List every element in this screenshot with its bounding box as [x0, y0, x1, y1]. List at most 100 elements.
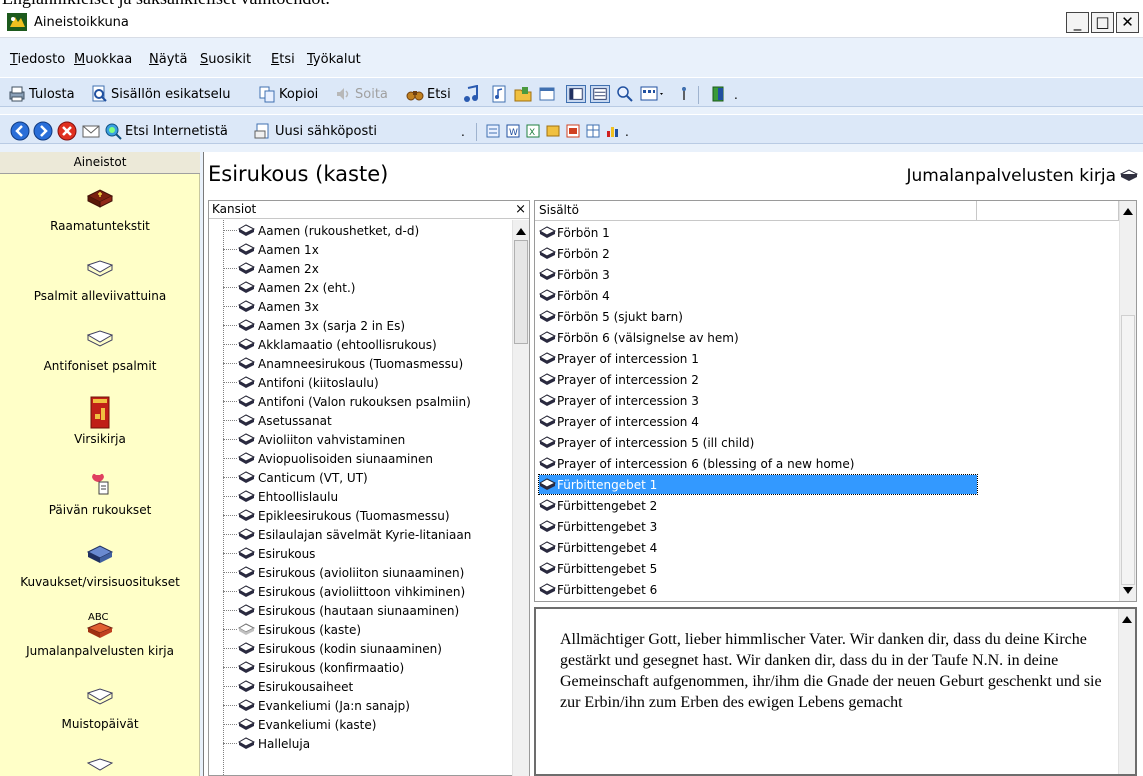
tree-item[interactable]: Canticum (VT, UT) — [223, 468, 368, 487]
tree-item[interactable]: Halleluja — [223, 734, 310, 753]
list-item[interactable]: Prayer of intercession 4 — [539, 412, 703, 431]
list-item[interactable]: Förbön 4 — [539, 286, 614, 305]
list-item[interactable]: Förbön 2 — [539, 244, 614, 263]
tree-item[interactable]: Esirukous (konfirmaatio) — [223, 658, 404, 677]
menu-tiedosto[interactable]: Tiedosto — [10, 52, 65, 67]
columns-icon[interactable] — [640, 85, 666, 103]
tree-item[interactable]: Aamen 1x — [223, 240, 319, 259]
list-item[interactable]: Förbön 5 (sjukt barn) — [539, 307, 687, 326]
tree-item[interactable]: Esirukous (avioliittoon vihkiminen) — [223, 582, 465, 601]
sidebar-item-psalmit-alleviivattuina[interactable]: Psalmit alleviivattuina — [0, 258, 200, 303]
tree-item[interactable]: Antifoni (kiitoslaulu) — [223, 373, 379, 392]
back-icon[interactable] — [10, 121, 30, 141]
envelope-icon[interactable] — [81, 122, 101, 140]
excel-icon[interactable]: X — [525, 123, 541, 139]
menu-tyokalut[interactable]: Työkalut — [307, 52, 361, 67]
tree-item[interactable]: Aamen (rukoushetket, d-d) — [223, 221, 419, 240]
list-item[interactable]: Förbön 1 — [539, 223, 614, 242]
tree-item[interactable]: Esirukous — [223, 544, 315, 563]
menu-etsi[interactable]: Etsi — [271, 52, 295, 67]
list-item[interactable]: Prayer of intercession 1 — [539, 349, 703, 368]
tree-item[interactable]: Esirukous (kodin siunaaminen) — [223, 639, 442, 658]
folders-scrollbar[interactable] — [512, 220, 529, 776]
menu-muokkaa[interactable]: Muokkaa — [74, 52, 132, 67]
pin-icon[interactable] — [676, 85, 692, 103]
text-scrollbar[interactable] — [1118, 609, 1135, 774]
zoom-icon[interactable] — [616, 85, 634, 103]
folders-close-icon[interactable]: × — [515, 201, 526, 218]
toolbar2-overflow-left[interactable]: . — [461, 125, 465, 139]
search-button[interactable]: Etsi — [406, 84, 451, 104]
layout-icon[interactable] — [566, 85, 586, 103]
stop-icon[interactable] — [57, 121, 77, 141]
tree-item[interactable]: Aviopuolisoiden siunaaminen — [223, 449, 433, 468]
tree-item[interactable]: Evankeliumi (Ja:n sanajp) — [223, 696, 410, 715]
table-icon[interactable] — [585, 123, 601, 139]
play-button[interactable]: Soita — [334, 84, 388, 104]
toolbar2-overflow-right[interactable]: . — [625, 125, 629, 139]
contents-header[interactable]: Sisältö — [535, 201, 977, 221]
list-item[interactable]: Fürbittengebet 5 — [539, 559, 661, 578]
tree-item[interactable]: Esirukous (avioliiton siunaaminen) — [223, 563, 464, 582]
exit-door-icon[interactable] — [710, 85, 728, 103]
scroll-up-icon[interactable] — [516, 228, 526, 235]
tree-item[interactable]: Avioliiton vahvistaminen — [223, 430, 405, 449]
minimize-button[interactable]: _ — [1066, 12, 1089, 33]
sidebar-item-jumalanpalvelusten-kirja[interactable]: ABC Jumalanpalvelusten kirja — [0, 612, 200, 658]
list-item[interactable]: Prayer of intercession 2 — [539, 370, 703, 389]
list-view-icon[interactable] — [590, 85, 610, 103]
list-item[interactable]: Förbön 3 — [539, 265, 614, 284]
window-icon[interactable] — [538, 85, 556, 103]
close-button[interactable]: ✕ — [1116, 12, 1139, 33]
folder-icon[interactable] — [514, 85, 532, 103]
tree-item[interactable]: Evankeliumi (kaste) — [223, 715, 376, 734]
scroll-thumb[interactable] — [514, 240, 528, 344]
contents-header-extra[interactable] — [977, 201, 1119, 221]
tree-item[interactable]: Akklamaatio (ehtoollisrukous) — [223, 335, 437, 354]
tree-item[interactable]: Esirukous (kaste) — [223, 620, 361, 639]
tree-item[interactable]: Aamen 2x — [223, 259, 319, 278]
chart-icon[interactable] — [605, 123, 621, 139]
clipboard-icon[interactable] — [485, 123, 501, 139]
list-item[interactable]: Fürbittengebet 1 — [538, 474, 978, 495]
forward-icon[interactable] — [33, 121, 53, 141]
new-email-button[interactable]: Uusi sähköposti — [254, 121, 377, 141]
tree-item[interactable]: Epikleesirukous (Tuomasmessu) — [223, 506, 450, 525]
powerpoint-icon[interactable] — [565, 123, 581, 139]
note-document-icon[interactable] — [490, 85, 508, 103]
list-item[interactable]: Prayer of intercession 5 (ill child) — [539, 433, 758, 452]
scroll-track[interactable] — [1121, 315, 1135, 585]
tree-item[interactable]: Asetussanat — [223, 411, 332, 430]
sidebar-item-virsikirja[interactable]: Virsikirja — [0, 396, 200, 446]
list-item[interactable]: Prayer of intercession 6 (blessing of a … — [539, 454, 858, 473]
web-search-button[interactable]: Etsi Internetistä — [104, 121, 228, 141]
music-note-icon[interactable] — [462, 85, 480, 103]
tree-item[interactable]: Esirukousaiheet — [223, 677, 353, 696]
maximize-button[interactable]: □ — [1091, 12, 1114, 33]
toolbar-overflow-icon[interactable]: . — [734, 88, 738, 102]
sidebar-item-antifoniset-psalmit[interactable]: Antifoniset psalmit — [0, 328, 200, 373]
tree-item[interactable]: Ehtoollislaulu — [223, 487, 338, 506]
sidebar-item-raamatuntekstit[interactable]: Raamatuntekstit — [0, 188, 200, 233]
copy-button[interactable]: Kopioi — [258, 84, 318, 104]
scroll-up-icon[interactable] — [1123, 208, 1133, 215]
tree-item[interactable]: Antifoni (Valon rukouksen psalmiin) — [223, 392, 471, 411]
list-item[interactable]: Fürbittengebet 4 — [539, 538, 661, 557]
scroll-down-icon[interactable] — [1123, 587, 1133, 594]
preview-button[interactable]: Sisällön esikatselu — [90, 84, 231, 104]
print-button[interactable]: Tulosta — [8, 84, 75, 104]
list-item[interactable]: Fürbittengebet 6 — [539, 580, 661, 599]
outlook-icon[interactable] — [545, 123, 561, 139]
tree-item[interactable]: Aamen 2x (eht.) — [223, 278, 355, 297]
tree-item[interactable]: Aamen 3x — [223, 297, 319, 316]
sidebar-item-muistopaivat[interactable]: Muistopäivät — [0, 686, 200, 731]
scroll-up-icon[interactable] — [1122, 616, 1132, 623]
sidebar-item-paivan-rukoukset[interactable]: Päivän rukoukset — [0, 472, 200, 517]
sidebar-item-kuvaukset-virsisuositukset[interactable]: Kuvaukset/virsisuositukset — [0, 544, 200, 589]
list-item[interactable]: Förbön 6 (välsignelse av hem) — [539, 328, 743, 347]
list-item[interactable]: Fürbittengebet 2 — [539, 496, 661, 515]
sidebar-item-partial[interactable] — [0, 756, 200, 776]
list-item[interactable]: Prayer of intercession 3 — [539, 391, 703, 410]
tree-item[interactable]: Esilaulajan sävelmät Kyrie-litaniaan — [223, 525, 471, 544]
menu-suosikit[interactable]: Suosikit — [200, 52, 251, 67]
